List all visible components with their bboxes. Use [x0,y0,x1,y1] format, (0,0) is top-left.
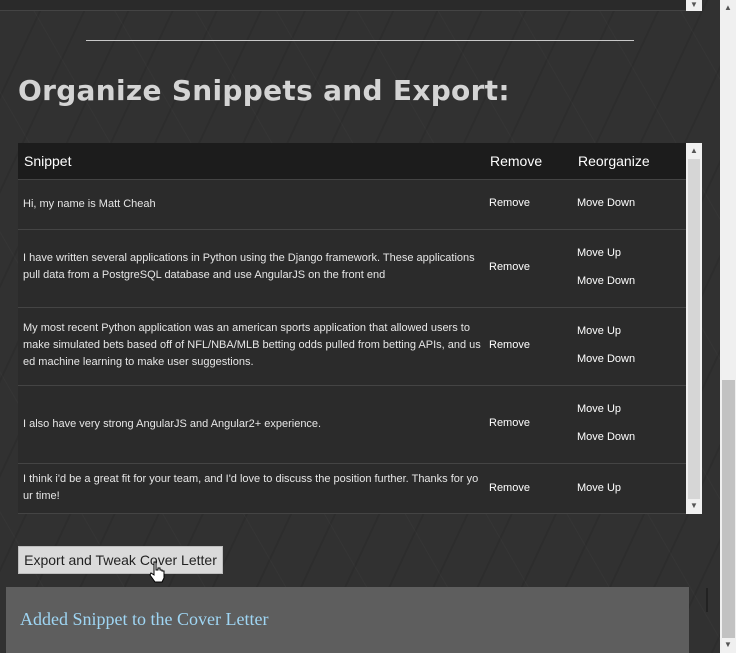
move-up-button[interactable]: Move Up [577,247,621,259]
chevron-down-icon[interactable]: ▼ [690,1,698,9]
snippet-text: I have written several applications in P… [23,252,475,281]
snippet-text: My most recent Python application was an… [23,322,481,368]
snippet-text: I also have very strong AngularJS and An… [23,418,322,430]
table-header: Snippet Remove Reorganize [18,143,686,180]
move-down-button[interactable]: Move Down [577,431,635,443]
previous-section-scrollbar[interactable]: ▼ [686,0,702,11]
snippets-table: Snippet Remove Reorganize Hi, my name is… [18,143,686,514]
table-scrollbar[interactable]: ▲ ▼ [686,143,702,514]
remove-button[interactable]: Remove [489,417,530,429]
column-header-reorganize: Reorganize [578,153,650,169]
snippet-text: Hi, my name is Matt Cheah [23,198,156,210]
chevron-up-icon[interactable]: ▲ [724,4,732,12]
move-down-button[interactable]: Move Down [577,353,635,365]
page-scrollbar-thumb[interactable] [722,380,735,638]
decorative-mark [706,588,708,612]
table-scrollbar-thumb[interactable] [688,159,700,499]
move-down-button[interactable]: Move Down [577,197,635,209]
chevron-down-icon[interactable]: ▼ [690,502,698,510]
export-cover-letter-button[interactable]: Export and Tweak Cover Letter [18,546,223,574]
remove-button[interactable]: Remove [489,482,530,494]
table-row: Hi, my name is Matt Cheah Remove Move Do… [18,180,686,230]
column-header-snippet: Snippet [24,153,72,169]
remove-button[interactable]: Remove [489,339,530,351]
move-up-button[interactable]: Move Up [577,403,621,415]
column-header-remove: Remove [490,153,543,169]
move-up-button[interactable]: Move Up [577,482,621,494]
snippet-text: I think i'd be a great fit for your team… [23,473,479,502]
table-row: I have written several applications in P… [18,230,686,308]
chevron-up-icon[interactable]: ▲ [690,147,698,155]
snippet-added-notice: Added Snippet to the Cover Letter [6,587,689,653]
remove-button[interactable]: Remove [489,197,530,209]
chevron-down-icon[interactable]: ▼ [724,641,732,649]
page-scrollbar[interactable]: ▲ ▼ [720,0,736,653]
previous-section-box [0,0,702,11]
move-down-button[interactable]: Move Down [577,275,635,287]
notice-text: Added Snippet to the Cover Letter [20,609,269,629]
section-divider [86,40,634,41]
table-row: My most recent Python application was an… [18,308,686,386]
page-title: Organize Snippets and Export: [18,74,510,107]
table-row: I also have very strong AngularJS and An… [18,386,686,464]
table-row: I think i'd be a great fit for your team… [18,464,686,514]
remove-button[interactable]: Remove [489,261,530,273]
move-up-button[interactable]: Move Up [577,325,621,337]
hand-pointer-icon [149,561,165,583]
